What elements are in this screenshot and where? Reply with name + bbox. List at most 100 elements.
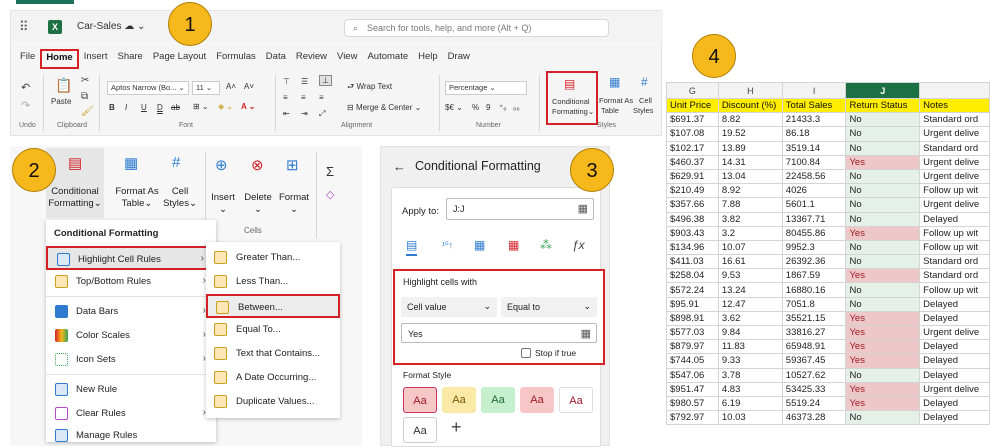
- autosum-icon[interactable]: Σ: [326, 164, 334, 179]
- table-cell[interactable]: 9.53: [717, 268, 783, 284]
- table-cell[interactable]: $496.38: [666, 211, 719, 227]
- table-cell[interactable]: $577.03: [666, 324, 719, 341]
- table-cell[interactable]: Delayed: [919, 410, 990, 426]
- table-cell[interactable]: $879.97: [666, 339, 719, 355]
- delete-cells-icon[interactable]: ⊗: [251, 156, 264, 174]
- increase-indent-icon[interactable]: ⇥: [301, 109, 308, 118]
- table-cell[interactable]: 11.83: [717, 339, 783, 355]
- table-cell[interactable]: 46373.28: [781, 410, 847, 426]
- table-cell[interactable]: Delayed: [919, 211, 990, 227]
- table-cell[interactable]: No: [845, 367, 921, 383]
- menu-item-manage-rules[interactable]: Manage Rules: [46, 424, 216, 442]
- table-cell[interactable]: $102.17: [666, 140, 719, 156]
- table-cell[interactable]: 14.31: [717, 154, 783, 170]
- table-cell[interactable]: 26392.36: [781, 254, 847, 270]
- table-cell[interactable]: 65948.91: [781, 339, 847, 355]
- table-cell[interactable]: Urgent delive: [919, 324, 990, 341]
- format-as-table-label-1[interactable]: Format As: [599, 96, 633, 105]
- menu-item-color-scales[interactable]: Color Scales ›: [46, 324, 216, 348]
- accounting-icon[interactable]: $€ ⌄: [445, 103, 463, 112]
- table-cell[interactable]: 80455.86: [781, 225, 847, 241]
- format-as-table-label-2[interactable]: Table: [601, 106, 619, 115]
- icon-sets-type-icon[interactable]: ⁂: [540, 238, 552, 252]
- tab-share[interactable]: Share: [112, 49, 147, 69]
- table-cell[interactable]: No: [845, 183, 921, 199]
- menu-item-new-rule[interactable]: New Rule: [46, 378, 216, 402]
- table-cell[interactable]: No: [845, 211, 921, 227]
- submenu-item-duplicate-values[interactable]: Duplicate Values...: [206, 390, 340, 414]
- table-cell[interactable]: Delayed: [919, 296, 990, 312]
- search-input[interactable]: ⌕ Search for tools, help, and more (Alt …: [344, 19, 609, 37]
- table-cell[interactable]: 53425.33: [781, 381, 847, 397]
- table-cell[interactable]: 1867.59: [781, 268, 847, 284]
- format-painter-icon[interactable]: 🖌: [81, 106, 94, 117]
- table-cell[interactable]: Yes: [845, 339, 921, 355]
- align-right-icon[interactable]: ≡: [319, 93, 324, 102]
- table-cell[interactable]: 16.61: [717, 254, 783, 270]
- table-cell[interactable]: No: [845, 126, 921, 142]
- cell-styles-label-1[interactable]: Cell: [639, 96, 652, 105]
- increase-decimal-icon[interactable]: ⁺₀: [499, 103, 507, 112]
- table-cell[interactable]: No: [845, 197, 921, 213]
- double-underline-icon[interactable]: D: [157, 103, 163, 112]
- table-cell[interactable]: Standard ord: [919, 268, 990, 284]
- table-cell[interactable]: No: [845, 112, 921, 128]
- orientation-icon[interactable]: ⤢: [319, 109, 325, 119]
- table-cell[interactable]: Delayed: [919, 367, 990, 383]
- table-cell[interactable]: 13.04: [717, 168, 783, 185]
- undo-icon[interactable]: ↶: [21, 81, 30, 94]
- strikethrough-icon[interactable]: ab: [171, 103, 180, 112]
- submenu-item-less-than[interactable]: Less Than...: [206, 270, 340, 294]
- insert-cells-icon[interactable]: ⊕: [215, 156, 228, 174]
- table-cell[interactable]: Urgent delive: [919, 168, 990, 185]
- middle-align-icon[interactable]: ☰: [301, 77, 308, 86]
- table-cell[interactable]: No: [845, 282, 921, 298]
- table-cell[interactable]: 3.82: [717, 211, 783, 227]
- header-cell-discount[interactable]: Discount (%): [717, 97, 783, 114]
- operator-select[interactable]: Equal to ⌄: [501, 297, 597, 317]
- tab-review[interactable]: Review: [291, 49, 332, 69]
- table-cell[interactable]: $95.91: [666, 296, 719, 312]
- align-center-icon[interactable]: ≡: [301, 93, 306, 102]
- table-cell[interactable]: $547.06: [666, 367, 719, 383]
- table-cell[interactable]: 5519.24: [781, 395, 847, 412]
- cell-styles-label-2[interactable]: Styles: [633, 106, 653, 115]
- table-cell[interactable]: 3.78: [717, 367, 783, 383]
- style-swatch-green[interactable]: Aa: [481, 387, 515, 413]
- table-cell[interactable]: 9.33: [717, 353, 783, 369]
- column-header-k[interactable]: [919, 82, 990, 99]
- table-cell[interactable]: 10.07: [717, 239, 783, 256]
- font-size-select[interactable]: 11 ⌄: [192, 81, 220, 95]
- font-name-select[interactable]: Aptos Narrow (Bo... ⌄: [107, 81, 189, 95]
- table-cell[interactable]: $980.57: [666, 395, 719, 412]
- data-bars-type-icon[interactable]: ▦: [474, 238, 485, 252]
- format-as-table-icon[interactable]: ▦: [609, 75, 620, 89]
- merge-center-button[interactable]: ⊟ Merge & Center ⌄: [347, 103, 421, 112]
- redo-icon[interactable]: ↷: [21, 99, 30, 112]
- table-cell[interactable]: $357.66: [666, 197, 719, 213]
- format-cells-icon[interactable]: ⊞: [286, 156, 299, 174]
- table-cell[interactable]: $903.43: [666, 225, 719, 241]
- table-cell[interactable]: 16880.16: [781, 282, 847, 298]
- style-swatch-custom[interactable]: Aa: [403, 417, 437, 443]
- table-cell[interactable]: 13.24: [717, 282, 783, 298]
- table-cell[interactable]: Standard ord: [919, 112, 990, 128]
- table-cell[interactable]: $210.49: [666, 183, 719, 199]
- tab-page-layout[interactable]: Page Layout: [148, 49, 211, 69]
- table-cell[interactable]: No: [845, 239, 921, 256]
- table-cell[interactable]: $411.03: [666, 254, 719, 270]
- submenu-item-equal-to[interactable]: Equal To...: [206, 318, 340, 342]
- table-cell[interactable]: Standard ord: [919, 140, 990, 156]
- table-cell[interactable]: 5601.1: [781, 197, 847, 213]
- table-cell[interactable]: $629.91: [666, 168, 719, 185]
- conditional-formatting-button[interactable]: ▤ Conditional Formatting⌄: [546, 71, 598, 125]
- style-swatch-red-fill[interactable]: Aa: [520, 387, 554, 413]
- table-cell[interactable]: Yes: [845, 324, 921, 341]
- paste-icon[interactable]: 📋: [55, 77, 72, 94]
- table-cell[interactable]: 59367.45: [781, 353, 847, 369]
- highlight-cells-type-icon[interactable]: ▤: [406, 238, 418, 256]
- comma-icon[interactable]: 9: [486, 103, 490, 112]
- format-as-table-button[interactable]: Format As Table⌄: [110, 186, 164, 210]
- grow-font-icon[interactable]: A˄: [226, 82, 236, 91]
- app-launcher-icon[interactable]: ⠿: [19, 19, 29, 35]
